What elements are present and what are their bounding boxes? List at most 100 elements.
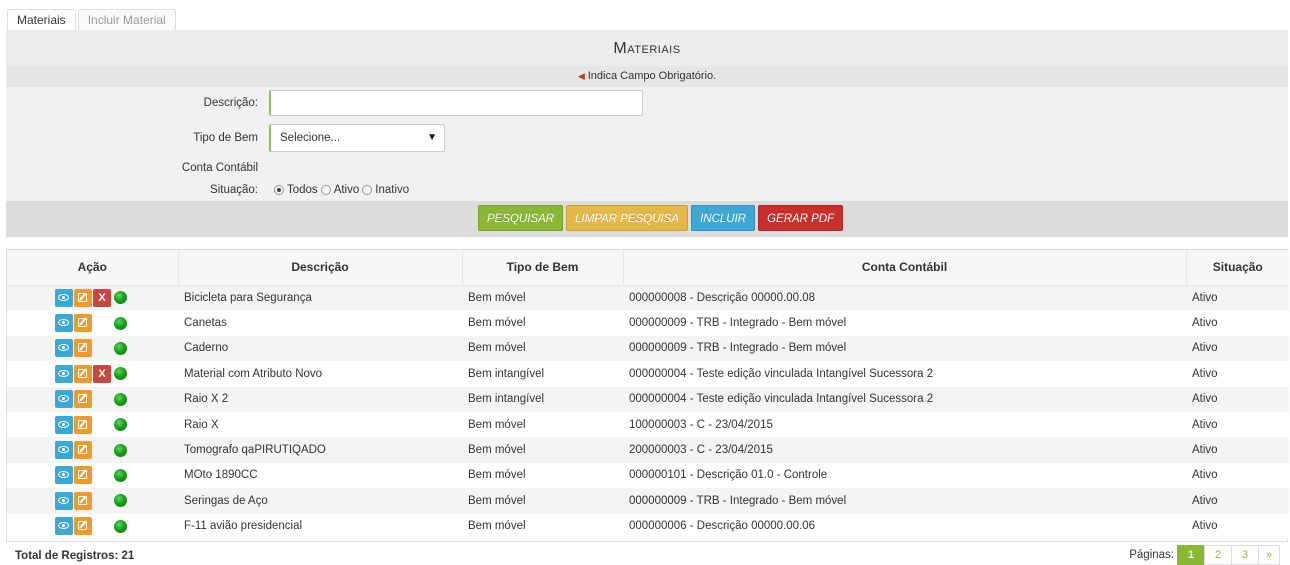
tipo-de-bem-cell: Bem móvel: [462, 437, 623, 463]
eye-icon[interactable]: [55, 390, 73, 409]
status-active-icon: [114, 418, 127, 432]
conta-contabil-label: Conta Contábil: [181, 162, 258, 174]
edit-icon[interactable]: [74, 314, 92, 333]
conta-contabil-cell: 100000003 - C - 23/04/2015: [623, 411, 1186, 438]
descricao-cell: Raio X 2: [178, 386, 462, 412]
eye-icon[interactable]: [55, 517, 73, 536]
eye-icon[interactable]: [55, 491, 73, 510]
tipo-de-bem-cell: Bem móvel: [462, 285, 623, 311]
pesquisar-button[interactable]: PESQUISAR: [478, 205, 564, 231]
tipo-de-bem-cell: Bem móvel: [462, 513, 623, 539]
edit-icon[interactable]: [74, 491, 92, 510]
page-2-button[interactable]: 2: [1204, 545, 1232, 565]
edit-icon[interactable]: [74, 415, 92, 434]
table-row: Canetas Bem móvel 000000009 - TRB - Integr…: [7, 310, 1289, 336]
status-active-icon: [114, 519, 127, 533]
gerar-pdf-button[interactable]: GERAR PDF: [758, 205, 844, 231]
situacao-cell: Ativo: [1186, 513, 1289, 539]
acao-cell: X: [7, 361, 178, 387]
page-title-text: Materiais: [613, 40, 681, 57]
eye-icon[interactable]: [55, 339, 73, 358]
eye-icon[interactable]: [55, 314, 73, 333]
column-header-descricao[interactable]: Descrição: [178, 250, 463, 286]
radio-inativo-dot[interactable]: [362, 185, 373, 195]
page-3-button[interactable]: 3: [1231, 545, 1259, 565]
descricao-cell: Raio X: [178, 411, 462, 438]
status-active-icon: [114, 468, 127, 482]
column-header-situacao[interactable]: Situação: [1186, 250, 1289, 286]
eye-icon[interactable]: [55, 364, 73, 383]
delete-placeholder: [93, 517, 111, 535]
descricao-label: Descrição:: [203, 97, 258, 109]
tipo-de-bem-select[interactable]: Selecione... ▼: [269, 124, 445, 152]
conta-contabil-cell: 000000009 - TRB - Integrado - Bem móvel: [623, 335, 1186, 362]
descricao-cell: Seringas de Aço: [178, 488, 462, 514]
eye-icon[interactable]: [55, 288, 73, 307]
situacao-cell: Ativo: [1186, 386, 1289, 412]
radio-todos-dot[interactable]: [274, 185, 284, 195]
delete-placeholder: [93, 441, 111, 459]
table-body: X Bicicleta para Segurança Bem móvel 000000…: [7, 285, 1289, 539]
incluir-button[interactable]: INCLUIR: [691, 205, 756, 231]
edit-icon[interactable]: [74, 288, 92, 307]
page-1-button[interactable]: 1: [1177, 545, 1205, 565]
acao-cell: [7, 513, 178, 539]
status-active-icon: [114, 392, 127, 406]
acao-cell: [7, 437, 178, 463]
table-row: Tomografo qaPIRUTIQADO Bem móvel 200000003…: [7, 437, 1289, 463]
descricao-cell: Bicicleta para Segurança: [178, 285, 462, 311]
tipo-de-bem-cell: Bem móvel: [462, 335, 623, 362]
eye-icon[interactable]: [55, 415, 73, 434]
status-active-icon: [114, 443, 127, 457]
radio-ativo-dot[interactable]: [320, 185, 331, 195]
conta-contabil-cell: 000000009 - TRB - Integrado - Bem móvel: [623, 488, 1186, 514]
eye-icon[interactable]: [55, 441, 73, 460]
edit-icon[interactable]: [74, 364, 92, 383]
tipo-de-bem-cell: Bem móvel: [462, 462, 623, 489]
descricao-cell: Caderno: [178, 335, 462, 362]
situacao-cell: Ativo: [1186, 411, 1289, 438]
radio-inativo[interactable]: Inativo: [362, 184, 409, 196]
conta-contabil-cell: 000000009 - TRB - Integrado - Bem móvel: [623, 310, 1186, 336]
next-page-button[interactable]: »: [1258, 545, 1280, 565]
edit-icon[interactable]: [74, 339, 92, 358]
situacao-cell: Ativo: [1186, 335, 1289, 362]
tipo-de-bem-cell: Bem móvel: [462, 488, 623, 514]
delete-placeholder: [93, 416, 111, 434]
situacao-cell: Ativo: [1186, 488, 1289, 514]
edit-icon[interactable]: [74, 517, 92, 536]
acao-cell: X: [7, 285, 178, 311]
table-row: X Bicicleta para Segurança Bem móvel 000000…: [7, 285, 1289, 311]
column-header-conta-contabil[interactable]: Conta Contábil: [623, 250, 1187, 286]
acao-cell: [7, 411, 178, 438]
tab-materiais[interactable]: Materiais: [7, 9, 76, 30]
conta-contabil-cell: 000000008 - Descrição 00000.00.08: [623, 285, 1186, 311]
tab-incluir-material[interactable]: Incluir Material: [77, 9, 176, 30]
limpar-pesquisa-button[interactable]: LIMPAR PESQUISA: [566, 205, 689, 231]
eye-icon[interactable]: [55, 466, 73, 485]
tipo-de-bem-cell: Bem intangível: [462, 361, 623, 387]
status-active-icon: [114, 291, 127, 305]
table-header-row: Ação Descrição Tipo de Bem Conta Contábi…: [7, 250, 1289, 286]
acao-cell: [7, 462, 178, 489]
column-header-acao[interactable]: Ação: [7, 250, 179, 286]
situacao-cell: Ativo: [1186, 462, 1289, 489]
column-header-tipo-de-bem[interactable]: Tipo de Bem: [462, 250, 624, 286]
delete-icon[interactable]: X: [93, 364, 111, 383]
pagination-label: Páginas:: [1129, 549, 1174, 561]
status-active-icon: [114, 341, 127, 355]
acao-cell: [7, 386, 178, 412]
caret-down-icon: ▼: [427, 132, 437, 143]
radio-ativo-label: Ativo: [333, 184, 360, 196]
delete-icon[interactable]: X: [93, 288, 111, 307]
radio-todos[interactable]: Todos: [274, 184, 318, 196]
total-records: Total de Registros: 21: [15, 550, 135, 562]
edit-icon[interactable]: [74, 390, 92, 409]
edit-icon[interactable]: [74, 441, 92, 460]
action-button-bar: PESQUISAR LIMPAR PESQUISA INCLUIR GERAR …: [6, 201, 1288, 237]
radio-ativo[interactable]: Ativo: [320, 184, 360, 196]
tipo-de-bem-selected: Selecione...: [280, 132, 341, 144]
descricao-input[interactable]: [269, 90, 643, 116]
edit-icon[interactable]: [74, 466, 92, 485]
status-active-icon: [114, 494, 127, 508]
